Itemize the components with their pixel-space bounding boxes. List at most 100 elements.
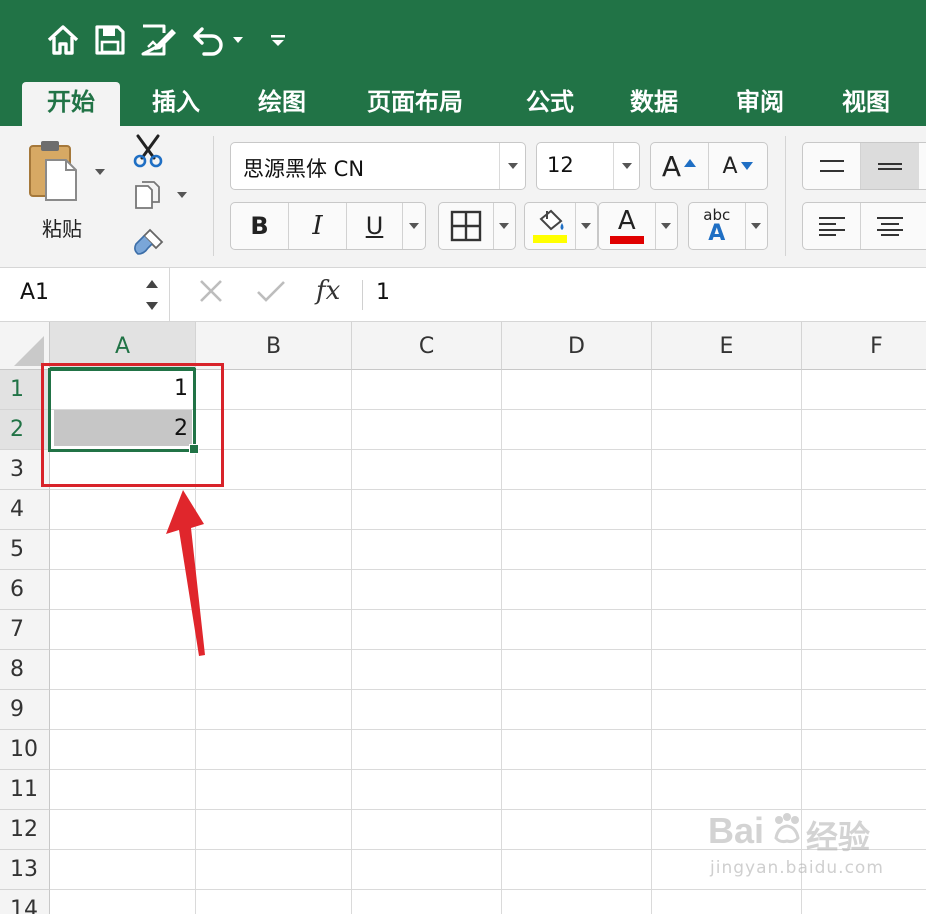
tab-insert[interactable]: 插入 <box>130 82 222 126</box>
align-middle-icon <box>878 163 902 170</box>
excel-window: 开始 插入 绘图 页面布局 公式 数据 审阅 视图 粘贴 思源黑体 CN 12 … <box>0 0 926 914</box>
font-style-group: B I U <box>230 202 426 250</box>
title-bar: 开始 插入 绘图 页面布局 公式 数据 审阅 视图 <box>0 0 926 126</box>
stepper-icon[interactable] <box>144 276 160 314</box>
fill-color-group <box>524 202 598 250</box>
gridline <box>50 769 926 770</box>
paint-bucket-icon <box>539 209 564 231</box>
font-color-swatch <box>609 236 644 244</box>
home-button[interactable] <box>46 18 80 62</box>
chevron-down-icon <box>233 37 243 43</box>
font-name-select[interactable]: 思源黑体 CN <box>230 142 526 190</box>
fill-color-dropdown[interactable] <box>576 203 597 249</box>
undo-icon <box>193 27 223 56</box>
paste-button[interactable] <box>26 138 86 212</box>
tab-home[interactable]: 开始 <box>22 82 120 126</box>
font-color-dropdown[interactable] <box>656 203 677 249</box>
underline-label: U <box>365 212 384 240</box>
font-color-group: A <box>598 202 678 250</box>
font-size-select[interactable]: 12 <box>536 142 640 190</box>
underline-dropdown[interactable] <box>403 203 425 249</box>
chevron-down-icon <box>622 163 632 169</box>
ribbon-home: 粘贴 思源黑体 CN 12 A A B I U A abc A <box>0 126 926 268</box>
align-center-button[interactable] <box>861 203 919 249</box>
grow-font-label: A <box>661 149 682 183</box>
paste-label: 粘贴 <box>42 217 82 241</box>
undo-dropdown[interactable] <box>232 18 244 62</box>
undo-button[interactable] <box>192 18 226 62</box>
format-painter-button[interactable] <box>132 226 166 260</box>
borders-icon <box>450 210 481 242</box>
column-header-d[interactable]: D <box>502 322 652 370</box>
triangle-down-icon <box>740 162 753 170</box>
paste-dropdown[interactable] <box>95 169 105 175</box>
cut-button[interactable] <box>132 134 164 172</box>
watermark-url: jingyan.baidu.com <box>710 858 884 878</box>
tab-review[interactable]: 审阅 <box>714 82 806 126</box>
row-header-7[interactable]: 7 <box>0 610 50 650</box>
align-left-button[interactable] <box>803 203 861 249</box>
top-align-button[interactable] <box>803 143 861 189</box>
paste-icon <box>29 141 77 201</box>
row-header-5[interactable]: 5 <box>0 530 50 570</box>
increase-font-size-button[interactable]: A <box>651 143 710 189</box>
row-header-12[interactable]: 12 <box>0 810 50 850</box>
phonetic-dropdown[interactable] <box>746 203 767 249</box>
ribbon-separator <box>785 136 786 256</box>
chevron-down-icon <box>508 163 518 169</box>
tab-view[interactable]: 视图 <box>820 82 912 126</box>
bold-button[interactable]: B <box>231 203 289 249</box>
row-header-10[interactable]: 10 <box>0 730 50 770</box>
middle-align-button[interactable] <box>861 143 919 189</box>
borders-button[interactable] <box>439 203 494 249</box>
annotation-highlight-box <box>41 363 224 487</box>
watermark-brand: Bai <box>708 810 765 851</box>
tab-page-layout[interactable]: 页面布局 <box>352 82 478 126</box>
tab-data[interactable]: 数据 <box>608 82 700 126</box>
italic-button[interactable]: I <box>289 203 347 249</box>
edit-document-button[interactable] <box>140 18 178 62</box>
copy-button[interactable] <box>134 180 162 214</box>
copy-dropdown[interactable] <box>177 192 187 198</box>
shrink-font-label: A <box>722 153 738 179</box>
cancel-edit-icon[interactable] <box>198 278 224 311</box>
row-header-9[interactable]: 9 <box>0 690 50 730</box>
row-header-8[interactable]: 8 <box>0 650 50 690</box>
borders-dropdown[interactable] <box>494 203 515 249</box>
ribbon-tabs: 开始 插入 绘图 页面布局 公式 数据 审阅 视图 <box>0 82 926 126</box>
phonetic-big-label: A <box>708 221 726 246</box>
ribbon-separator <box>213 136 214 256</box>
font-size-value: 12 <box>547 153 574 177</box>
bold-label: B <box>250 212 269 240</box>
save-icon <box>95 25 125 55</box>
insert-function-button[interactable]: fx <box>316 276 340 306</box>
column-header-c[interactable]: C <box>352 322 502 370</box>
row-header-6[interactable]: 6 <box>0 570 50 610</box>
customize-toolbar-button[interactable] <box>270 18 286 62</box>
tab-formulas[interactable]: 公式 <box>504 82 596 126</box>
formula-input[interactable]: 1 <box>376 280 390 305</box>
row-header-4[interactable]: 4 <box>0 490 50 530</box>
gridline <box>651 370 652 914</box>
column-header-e[interactable]: E <box>652 322 802 370</box>
name-box[interactable]: A1 <box>0 268 170 322</box>
font-color-button[interactable]: A <box>599 203 656 249</box>
align-top-icon <box>819 160 844 172</box>
confirm-edit-icon[interactable] <box>256 278 286 311</box>
italic-label: I <box>312 211 323 241</box>
annotation-arrow-icon <box>166 490 205 656</box>
row-header-11[interactable]: 11 <box>0 770 50 810</box>
phonetic-guide-button[interactable]: abc A <box>689 203 746 249</box>
decrease-font-size-button[interactable]: A <box>709 143 767 189</box>
customize-toolbar-icon <box>271 35 285 46</box>
triangle-up-icon <box>684 159 697 167</box>
font-color-label: A <box>617 206 636 236</box>
row-header-14[interactable]: 14 <box>0 890 50 914</box>
tab-draw[interactable]: 绘图 <box>236 82 328 126</box>
column-header-f[interactable]: F <box>802 322 926 370</box>
format-painter-icon <box>134 228 164 255</box>
fill-color-button[interactable] <box>525 203 576 249</box>
row-header-13[interactable]: 13 <box>0 850 50 890</box>
save-button[interactable] <box>94 18 126 62</box>
underline-button[interactable]: U <box>347 203 403 249</box>
